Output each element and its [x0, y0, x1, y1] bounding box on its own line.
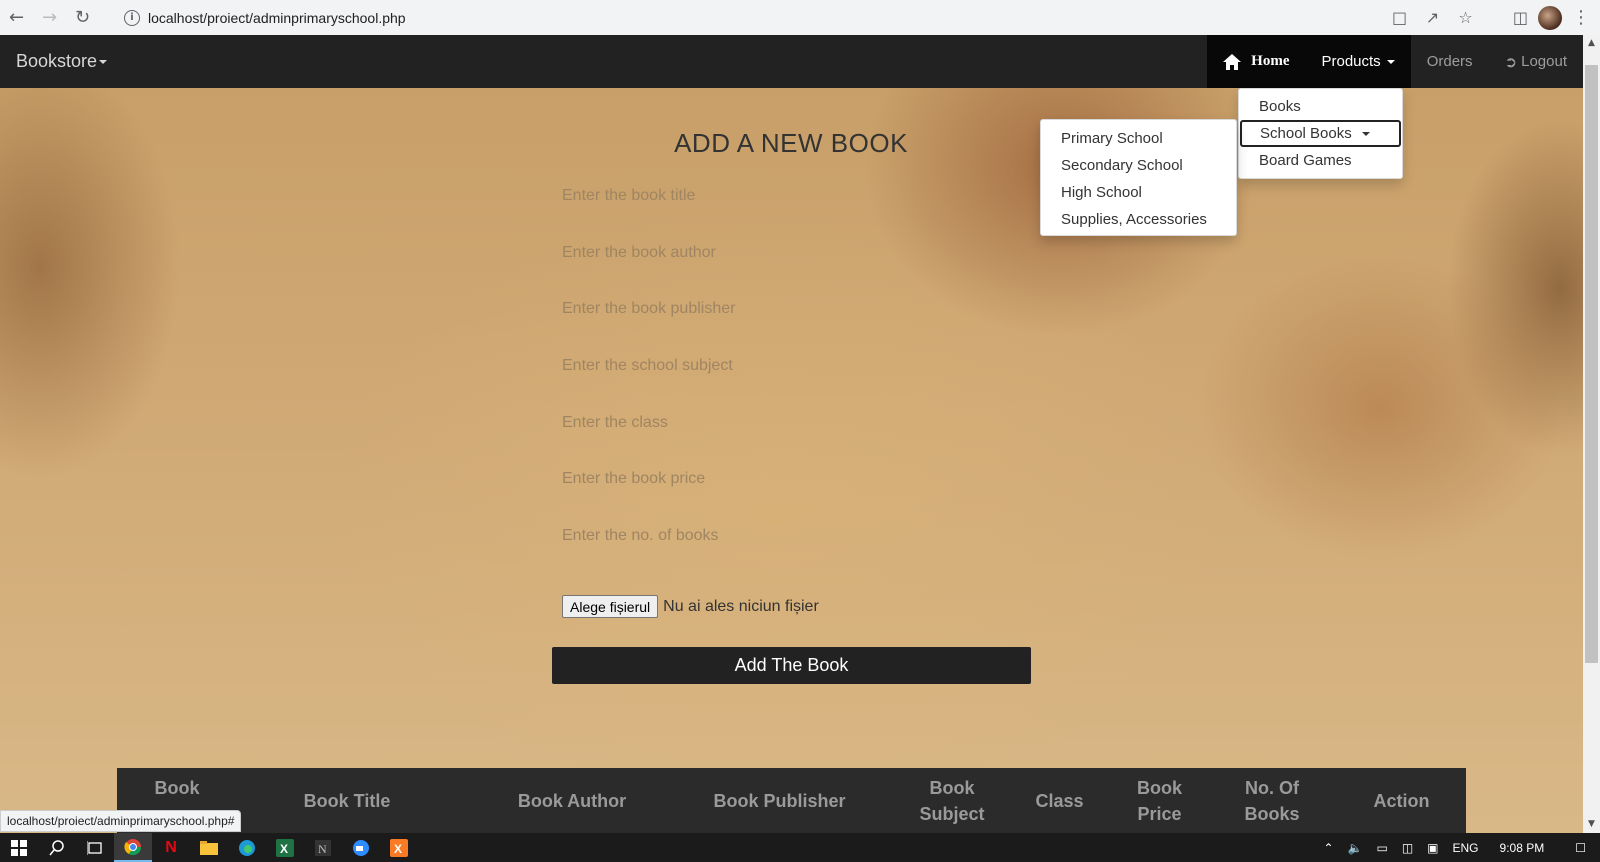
volume-icon[interactable]: 🔈: [1348, 841, 1363, 855]
class-input[interactable]: [562, 408, 1032, 438]
link-preview-status: localhost/proiect/adminprimaryschool.php…: [0, 810, 242, 832]
reload-icon[interactable]: ↻: [66, 0, 99, 35]
system-tray: ⌃ 🔈 ▭ ◫ ▣ ENG 9:08 PM ☐: [1316, 833, 1600, 862]
submenu-item-primary-school[interactable]: Primary School: [1041, 125, 1236, 152]
browser-menu-icon[interactable]: ⋮: [1572, 7, 1590, 28]
caret-down-icon: [1386, 59, 1395, 64]
nav-home[interactable]: Home: [1207, 35, 1306, 88]
svg-text:N: N: [318, 842, 327, 856]
browser-toolbar: ← → ↻ i localhost/proiect/adminprimarysc…: [0, 0, 1600, 35]
task-view-icon[interactable]: [76, 833, 114, 862]
meet-now-icon[interactable]: ◫: [1402, 841, 1413, 855]
file-explorer-icon[interactable]: [190, 833, 228, 862]
page-scrollbar[interactable]: ▲ ▼: [1583, 35, 1600, 833]
book-author-input[interactable]: [562, 238, 1032, 268]
column-header-book-publisher: Book Publisher: [713, 790, 846, 811]
column-header-book-label: Book: [154, 777, 200, 798]
bookmark-star-icon[interactable]: ☆: [1449, 8, 1482, 27]
brand-dropdown[interactable]: Bookstore: [16, 35, 108, 88]
menu-item-school-books-label: School Books: [1260, 125, 1352, 142]
zoom-icon[interactable]: [342, 833, 380, 862]
svg-text:X: X: [394, 842, 402, 856]
windows-taskbar: N X N X ⌃ 🔈 ▭ ◫ ▣ ENG 9:08 PM ☐: [0, 833, 1600, 862]
add-book-button[interactable]: Add The Book: [552, 647, 1031, 684]
file-upload: Alege fișierul Nu ai ales niciun fișier: [562, 595, 819, 618]
notifications-icon[interactable]: ☐: [1575, 841, 1586, 855]
submenu-item-supplies[interactable]: Supplies, Accessories: [1041, 206, 1236, 233]
book-price-input[interactable]: [562, 464, 1032, 494]
book-title-input[interactable]: [562, 181, 1032, 211]
xampp-icon[interactable]: X: [380, 833, 418, 862]
menu-item-board-games[interactable]: Board Games: [1239, 147, 1402, 174]
book-publisher-input[interactable]: [562, 294, 1032, 324]
brand-label: Bookstore: [16, 51, 98, 71]
nav-home-label: Home: [1251, 53, 1290, 69]
submenu-item-high-school[interactable]: High School: [1041, 179, 1236, 206]
forward-icon[interactable]: →: [33, 0, 66, 35]
choose-file-button[interactable]: Alege fișierul: [562, 595, 659, 618]
scrollbar-thumb[interactable]: [1585, 65, 1598, 663]
chrome-icon[interactable]: [114, 833, 152, 862]
clock[interactable]: 9:08 PM: [1500, 841, 1545, 855]
column-header-action: Action: [1373, 790, 1430, 811]
battery-icon[interactable]: ▭: [1376, 841, 1387, 855]
school-books-submenu: Primary School Secondary School High Sch…: [1040, 119, 1237, 236]
side-panel-icon[interactable]: ◫: [1513, 8, 1528, 27]
menu-item-books[interactable]: Books: [1239, 93, 1402, 120]
nav-orders[interactable]: Orders: [1411, 35, 1489, 88]
column-header-book-author: Book Author: [517, 790, 627, 811]
network-icon[interactable]: ▣: [1427, 841, 1438, 855]
menu-item-school-books[interactable]: School Books: [1240, 120, 1401, 147]
books-table-header: Book Book Title Book Author Book Publish…: [117, 768, 1466, 833]
back-icon[interactable]: ←: [0, 0, 33, 35]
column-header-book-title: Book Title: [303, 790, 391, 811]
translate-icon[interactable]: □: [1383, 8, 1416, 27]
column-header-book-price: Book Price: [1137, 777, 1182, 824]
nav-logout-label: Logout: [1521, 53, 1567, 70]
scroll-down-icon[interactable]: ▼: [1583, 816, 1600, 833]
products-dropdown-menu: Books School Books Board Games: [1238, 88, 1403, 179]
netflix-icon[interactable]: N: [152, 833, 190, 862]
language-indicator[interactable]: ENG: [1453, 841, 1479, 855]
caret-down-icon: [1361, 132, 1370, 137]
nav-products-label: Products: [1321, 53, 1381, 70]
nav-products[interactable]: Products: [1305, 35, 1411, 88]
column-header-book-subject: Book Subject: [919, 777, 985, 824]
school-subject-input[interactable]: [562, 351, 1032, 381]
caret-down-icon: [99, 60, 108, 65]
column-header-no-of-books: No. Of Books: [1244, 777, 1300, 824]
chevron-up-icon[interactable]: ⌃: [1323, 841, 1333, 855]
scroll-up-icon[interactable]: ▲: [1583, 35, 1600, 52]
home-icon: [1223, 53, 1242, 70]
excel-icon[interactable]: X: [266, 833, 304, 862]
windows-start-icon[interactable]: [0, 833, 38, 862]
page-viewport: Bookstore Home Products Orders ➲ Logout …: [0, 35, 1600, 833]
edge-icon[interactable]: [228, 833, 266, 862]
submenu-item-secondary-school[interactable]: Secondary School: [1041, 152, 1236, 179]
share-icon[interactable]: ↗: [1416, 8, 1449, 27]
site-info-icon[interactable]: i: [124, 9, 140, 26]
nav-logout[interactable]: ➲ Logout: [1489, 35, 1583, 88]
nav-orders-label: Orders: [1426, 53, 1473, 70]
url-text: localhost/proiect/adminprimaryschool.php: [148, 9, 406, 26]
address-bar[interactable]: i localhost/proiect/adminprimaryschool.p…: [112, 3, 1482, 32]
form-title: ADD A NEW BOOK: [674, 128, 908, 158]
file-status-text: Nu ai ales niciun fișier: [663, 597, 819, 615]
notion-icon[interactable]: N: [304, 833, 342, 862]
top-navbar: Bookstore Home Products Orders ➲ Logout: [0, 35, 1583, 88]
logout-icon: ➲: [1504, 53, 1518, 71]
search-icon[interactable]: [38, 833, 76, 862]
profile-avatar[interactable]: [1538, 5, 1562, 30]
column-header-class: Class: [1035, 790, 1084, 811]
svg-text:X: X: [280, 842, 288, 856]
book-count-input[interactable]: [562, 521, 1032, 551]
